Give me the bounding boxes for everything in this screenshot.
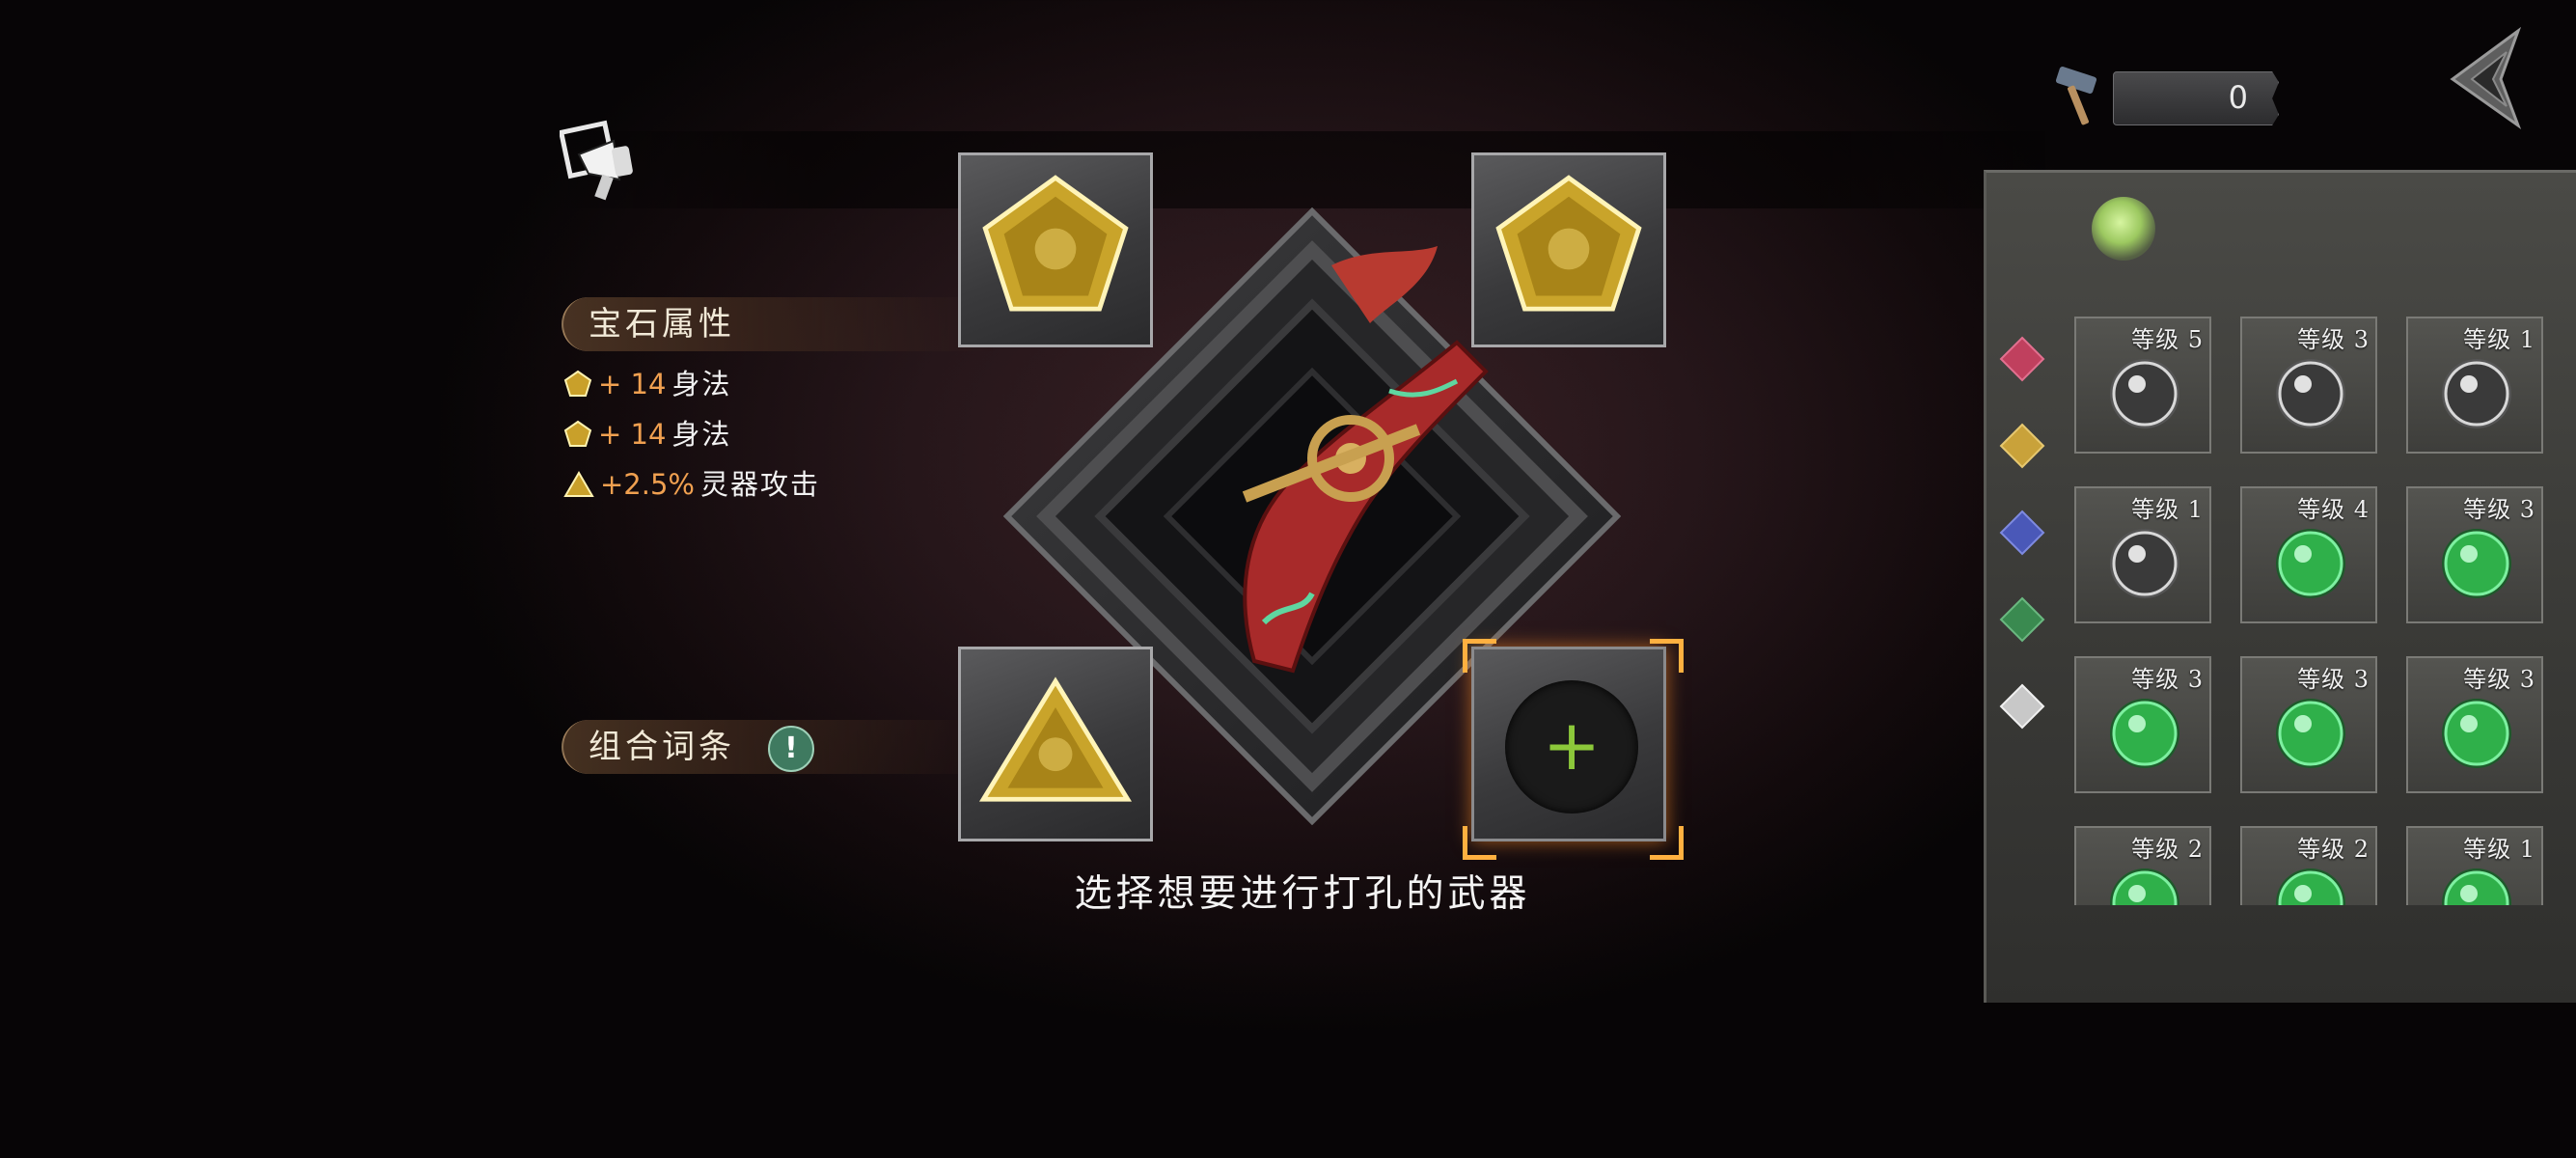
inventory-gem-cell[interactable]: 等级 3 [2240,656,2377,793]
attribute-row: + 14 身法 [563,413,731,455]
inventory-gem-cell[interactable]: 等级 3 [2074,656,2211,793]
attribute-row: + 14 身法 [563,363,731,405]
combo-entry-title: 组合词条 [589,728,735,766]
gem-level-label: 等级 2 [2131,836,2204,863]
selection-corner [1650,826,1684,860]
green-orb-gem-icon [2276,529,2345,598]
attribute-value: +2.5% [600,468,695,501]
hammer-icon [2043,64,2121,131]
inventory-gem-cell[interactable]: 等级 3 [2406,486,2543,623]
gem-level-label: 等级 1 [2463,836,2535,863]
back-button[interactable] [2439,26,2528,130]
category-tab-red[interactable] [1995,332,2049,386]
green-orb-gem-icon [2442,699,2511,768]
announcement-megaphone-icon[interactable] [558,118,652,210]
top-banner-band [540,131,2045,208]
category-tab-yellow[interactable] [1995,419,2049,473]
inventory-gem-cell[interactable]: 等级 4 [2240,486,2377,623]
yellow-diamond-icon [1999,423,2045,469]
inventory-gem-cell[interactable]: 等级 3 [2406,656,2543,793]
attribute-value: + 14 [598,418,667,451]
blue-diamond-icon [1999,510,2045,556]
yellow-pentagon-gem-icon [1495,175,1642,312]
inventory-gem-cell[interactable]: 等级 1 [2406,826,2543,905]
selection-corner [1650,639,1684,673]
white-orb-gem-icon [2110,359,2179,428]
yellow-pentagon-gem-icon [982,175,1129,312]
gem-level-label: 等级 2 [2297,836,2370,863]
glow-orb-icon [2092,197,2155,261]
gem-slot-2[interactable] [1471,152,1666,347]
category-tab-green[interactable] [1995,593,2049,647]
white-orb-gem-icon [2442,359,2511,428]
attribute-text: 身法 [671,368,732,400]
gem-inventory-grid[interactable]: 等级 5 等级 3 等级 1 等级 1 等级 4 等级 3 等级 3 等级 3 … [2065,299,2557,905]
gem-level-label: 等级 1 [2131,496,2204,523]
gem-slot-3[interactable] [958,647,1153,841]
triangle-gem-icon [563,471,594,497]
selection-corner [1463,639,1496,673]
info-icon[interactable]: ! [768,726,814,772]
category-tab-white[interactable] [1995,679,2049,733]
back-arrow-icon [2450,26,2522,130]
gem-level-label: 等级 3 [2131,666,2204,693]
red-diamond-icon [1999,336,2045,382]
green-orb-gem-icon [2442,868,2511,905]
gem-level-label: 等级 3 [2463,666,2535,693]
gem-level-label: 等级 4 [2297,496,2370,523]
gem-slot-4-empty[interactable]: + [1471,647,1666,841]
pentagon-gem-icon [563,420,592,447]
green-orb-gem-icon [2110,699,2179,768]
gem-level-label: 等级 1 [2463,326,2535,353]
inventory-gem-cell[interactable]: 等级 1 [2406,317,2543,454]
green-diamond-icon [1999,596,2045,643]
inventory-gem-cell[interactable]: 等级 2 [2074,826,2211,905]
inventory-gem-cell[interactable]: 等级 3 [2240,317,2377,454]
green-orb-gem-icon [2442,529,2511,598]
green-orb-gem-icon [2110,868,2179,905]
inventory-gem-cell[interactable]: 等级 1 [2074,486,2211,623]
attribute-row: +2.5% 灵器攻击 [563,463,820,506]
attribute-text: 灵器攻击 [699,468,820,501]
currency-amount: 0 [2228,79,2248,116]
white-diamond-icon [1999,683,2045,730]
inventory-gem-cell[interactable]: 等级 2 [2240,826,2377,905]
gem-slot-1[interactable] [958,152,1153,347]
pentagon-gem-icon [563,370,592,397]
white-orb-gem-icon [2110,529,2179,598]
gem-level-label: 等级 3 [2297,666,2370,693]
gem-level-label: 等级 3 [2463,496,2535,523]
inventory-gem-cell[interactable]: 等级 5 [2074,317,2211,454]
hint-text: 选择想要进行打孔的武器 [1074,872,1531,916]
yellow-triangle-gem-icon [978,676,1133,802]
gem-level-label: 等级 5 [2131,326,2204,353]
add-plus-icon: + [1542,704,1602,786]
gem-attributes-header: 宝石属性 [562,297,994,351]
category-tab-blue[interactable] [1995,506,2049,560]
green-orb-gem-icon [2276,868,2345,905]
attribute-text: 身法 [671,418,732,451]
white-orb-gem-icon [2276,359,2345,428]
attribute-value: + 14 [598,368,667,400]
gem-level-label: 等级 3 [2297,326,2370,353]
selection-corner [1463,826,1496,860]
green-orb-gem-icon [2276,699,2345,768]
